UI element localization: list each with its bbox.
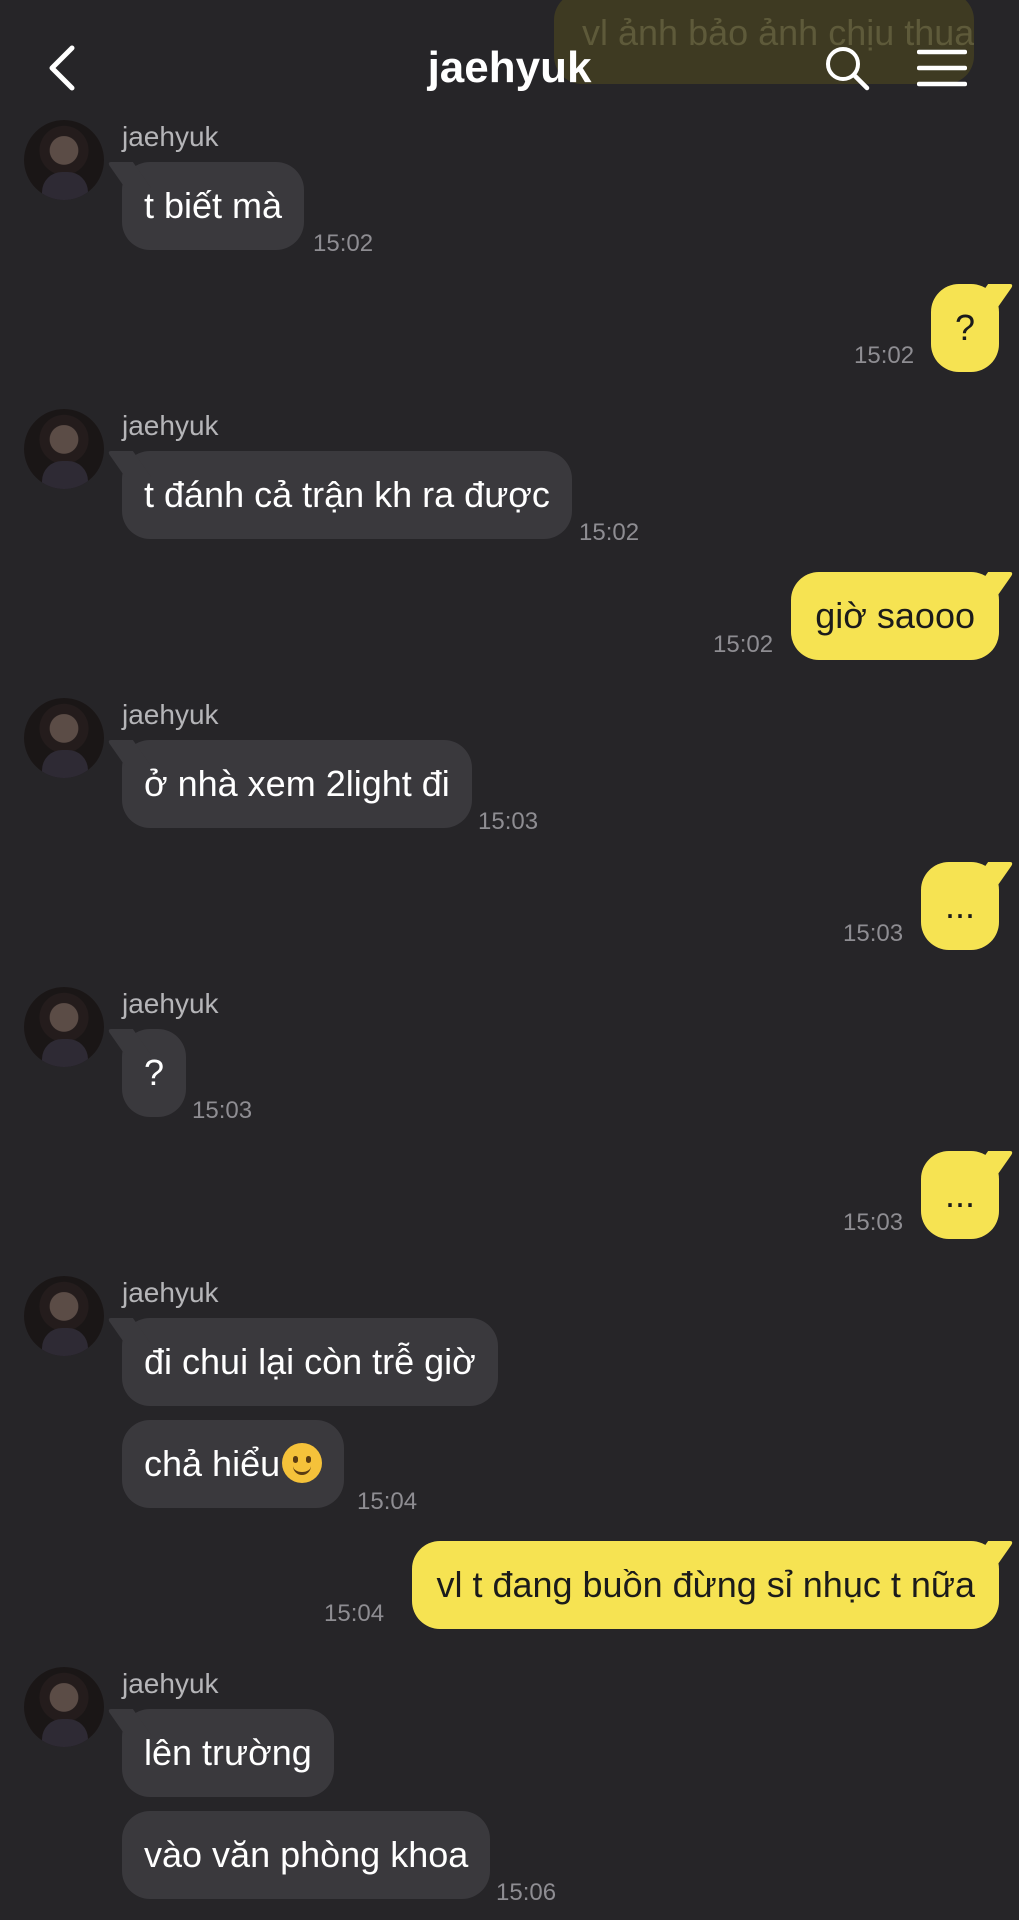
avatar[interactable]	[24, 409, 104, 489]
incoming-message[interactable]: vào văn phòng khoa	[122, 1811, 491, 1899]
search-button[interactable]	[815, 38, 879, 98]
outgoing-message[interactable]: ...	[920, 1151, 999, 1239]
message-time: 15:02	[313, 230, 374, 257]
chat-header: vl ảnh bảo ảnh chịu thua jaehyuk	[0, 0, 1019, 140]
sender-name: jaehyuk	[122, 699, 219, 730]
sender-name: jaehyuk	[122, 988, 219, 1019]
sender-name: jaehyuk	[122, 1668, 219, 1699]
incoming-message[interactable]: t biết mà	[122, 162, 305, 250]
slightly-smiling-face-emoji	[282, 1443, 323, 1483]
message-time: 15:03	[843, 1209, 904, 1236]
message-text: chả hiểu	[144, 1443, 281, 1484]
outgoing-message[interactable]: ...	[920, 862, 999, 950]
incoming-message[interactable]: ở nhà xem 2light đi	[122, 740, 472, 828]
incoming-message[interactable]: ?	[122, 1029, 187, 1117]
avatar[interactable]	[24, 698, 104, 778]
outgoing-message[interactable]: ?	[930, 284, 999, 372]
message-time: 15:04	[357, 1488, 418, 1515]
message-time: 15:04	[324, 1600, 385, 1627]
hamburger-menu-icon	[917, 49, 967, 87]
message-time: 15:02	[713, 631, 774, 658]
sender-name: jaehyuk	[122, 1277, 219, 1308]
message-time: 15:03	[843, 920, 904, 947]
menu-button[interactable]	[910, 38, 974, 98]
outgoing-message[interactable]: giờ saooo	[791, 572, 999, 660]
incoming-message[interactable]: lên trường	[122, 1709, 334, 1797]
message-time: 15:03	[192, 1097, 253, 1124]
message-time: 15:02	[579, 519, 640, 546]
outgoing-message[interactable]: vl t đang buồn đừng sỉ nhục t nữa	[412, 1541, 999, 1629]
message-time: 15:03	[478, 808, 539, 835]
sender-name: jaehyuk	[122, 410, 219, 441]
incoming-message[interactable]: t đánh cả trận kh ra được	[122, 451, 572, 539]
avatar[interactable]	[24, 987, 104, 1067]
search-icon	[826, 47, 870, 91]
incoming-message[interactable]: chả hiểu	[122, 1420, 345, 1508]
incoming-message[interactable]: đi chui lại còn trễ giờ	[122, 1318, 498, 1406]
message-time: 15:06	[496, 1879, 557, 1906]
avatar[interactable]	[24, 1667, 104, 1747]
avatar[interactable]	[24, 1276, 104, 1356]
message-time: 15:02	[854, 342, 915, 369]
